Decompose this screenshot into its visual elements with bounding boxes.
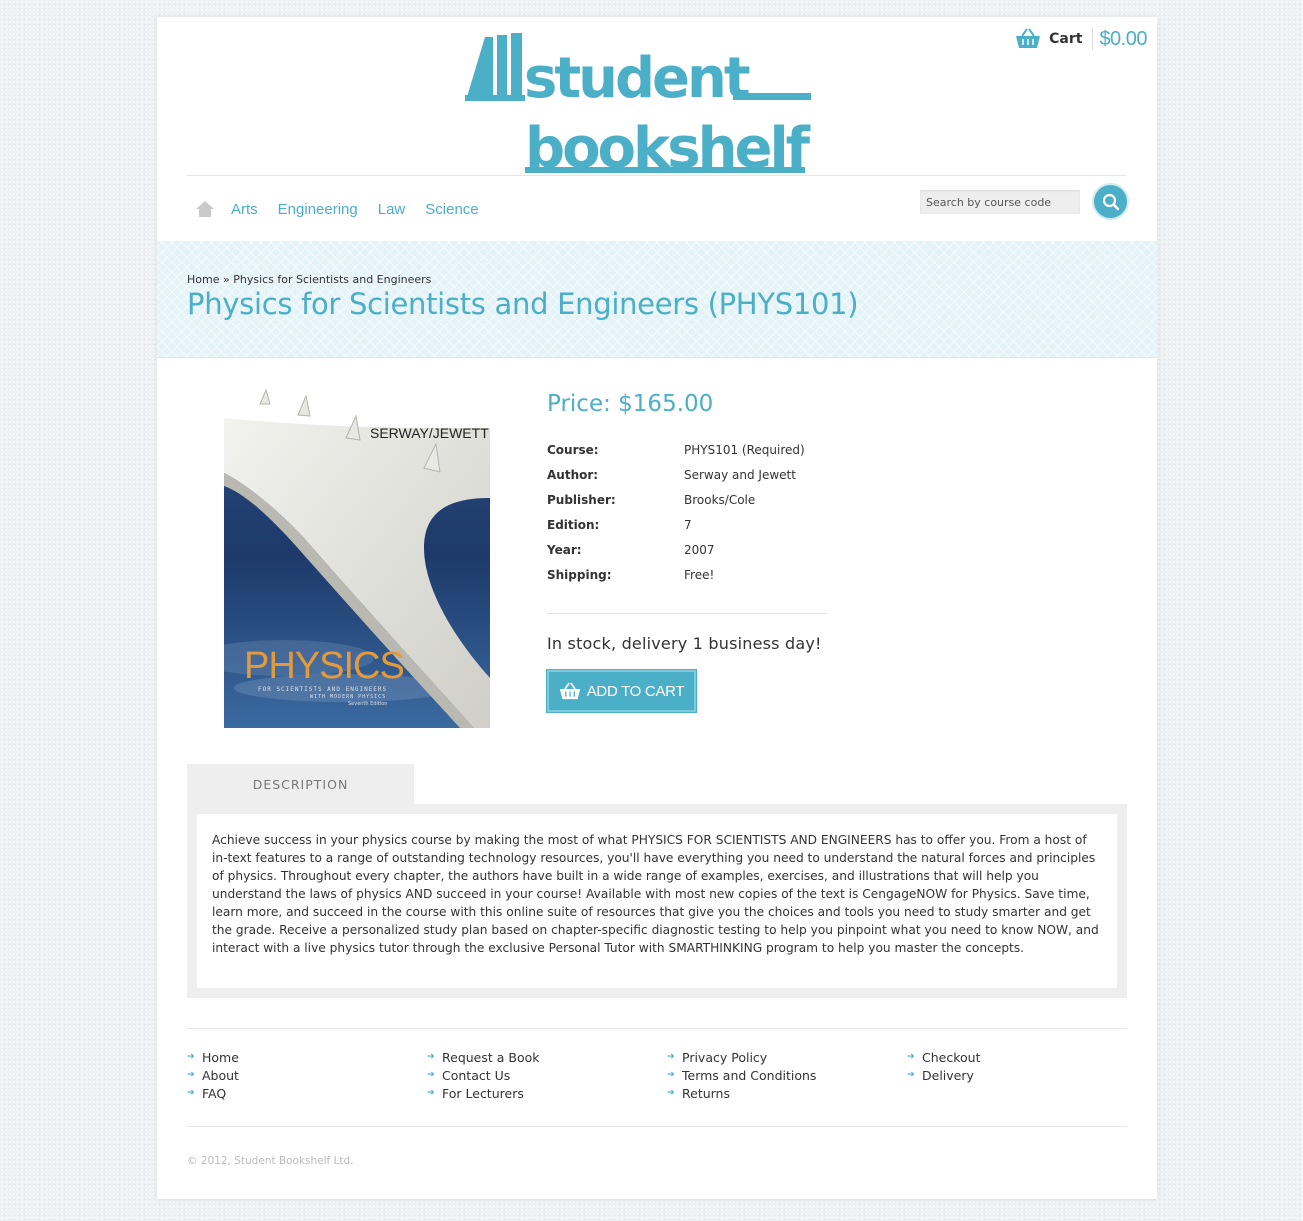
logo-word-bookshelf: bookshelf (525, 116, 811, 179)
detail-row-shipping: Shipping: Free! (547, 568, 805, 593)
breadcrumb: Home » Physics for Scientists and Engine… (187, 273, 431, 286)
cover-subtitle-1: FOR SCIENTISTS AND ENGINEERS (258, 686, 387, 693)
footer-link-label: For Lecturers (442, 1085, 524, 1101)
cart-total: $0.00 (1099, 27, 1147, 50)
tab-description[interactable]: DESCRIPTION (187, 764, 414, 804)
add-to-cart-label: ADD TO CART (586, 682, 685, 700)
footer-link-label: About (202, 1067, 239, 1083)
footer-column-1: ➔ Home ➔ About ➔ FAQ (187, 1048, 239, 1102)
footer-column-2: ➔ Request a Book ➔ Contact Us ➔ For Lecture… (427, 1048, 540, 1102)
breadcrumb-separator: » (222, 273, 230, 286)
footer-column-3: ➔ Privacy Policy ➔ Terms and Conditions ➔ R… (667, 1048, 816, 1102)
footer-link-delivery[interactable]: ➔ Delivery (907, 1066, 980, 1084)
arrow-icon: ➔ (187, 1088, 195, 1098)
footer-link-label: Contact Us (442, 1067, 511, 1083)
cover-authors: SERWAY/JEWETT (370, 425, 489, 441)
arrow-icon: ➔ (427, 1070, 435, 1080)
main-nav: Arts Engineering Law Science (187, 189, 499, 229)
detail-value: 7 (684, 518, 692, 532)
nav-link-arts[interactable]: Arts (231, 201, 258, 218)
description-panel: Achieve success in your physics course b… (187, 804, 1127, 998)
detail-row-author: Author: Serway and Jewett (547, 468, 805, 493)
footer-link-returns[interactable]: ➔ Returns (667, 1084, 816, 1102)
site-logo[interactable]: student bookshelf (465, 31, 815, 179)
arrow-icon: ➔ (427, 1088, 435, 1098)
arrow-icon: ➔ (667, 1088, 675, 1098)
detail-label: Shipping: (547, 568, 612, 582)
search-input[interactable] (920, 190, 1080, 214)
footer-link-label: FAQ (202, 1085, 227, 1101)
cover-edition: Seventh Edition (348, 701, 387, 707)
stock-status: In stock, delivery 1 business day! (547, 634, 822, 653)
footer-link-label: Request a Book (442, 1049, 540, 1065)
add-to-cart-button[interactable]: ADD TO CART (546, 669, 697, 713)
footer-link-label: Checkout (922, 1049, 981, 1065)
page-container: student bookshelf Cart $0.00 Arts Engine… (157, 17, 1157, 1199)
footer-link-home[interactable]: ➔ Home (187, 1048, 239, 1066)
cover-subtitle-2: WITH MODERN PHYSICS (310, 694, 386, 700)
logo-word-student: student (524, 46, 750, 111)
footer-link-privacy[interactable]: ➔ Privacy Policy (667, 1048, 816, 1066)
detail-value: Serway and Jewett (684, 468, 796, 482)
header-divider (187, 175, 1127, 176)
footer-link-label: Terms and Conditions (682, 1067, 817, 1083)
footer-link-label: Home (202, 1049, 239, 1065)
footer-link-label: Returns (682, 1085, 730, 1101)
product-details: Course: PHYS101 (Required) Author: Serwa… (547, 443, 805, 593)
footer-link-label: Privacy Policy (682, 1049, 768, 1065)
footer-column-4: ➔ Checkout ➔ Delivery (907, 1048, 980, 1084)
arrow-icon: ➔ (907, 1052, 915, 1062)
detail-row-course: Course: PHYS101 (Required) (547, 443, 805, 468)
basket-icon (559, 682, 580, 699)
details-divider (547, 613, 827, 614)
detail-value: Free! (684, 568, 715, 582)
footer-link-about[interactable]: ➔ About (187, 1066, 239, 1084)
nav-link-law[interactable]: Law (378, 201, 406, 218)
footer-link-checkout[interactable]: ➔ Checkout (907, 1048, 980, 1066)
cover-title: PHYSICS (244, 645, 404, 687)
detail-value: Brooks/Cole (684, 493, 756, 507)
footer-link-faq[interactable]: ➔ FAQ (187, 1084, 239, 1102)
cart-label: Cart (1049, 31, 1083, 47)
description-text: Achieve success in your physics course b… (197, 814, 1117, 988)
footer-link-lecturers[interactable]: ➔ For Lecturers (427, 1084, 540, 1102)
cart-divider (1092, 28, 1094, 50)
arrow-icon: ➔ (667, 1070, 675, 1080)
detail-value: 2007 (684, 543, 715, 557)
detail-row-publisher: Publisher: Brooks/Cole (547, 493, 805, 518)
cart-summary[interactable]: Cart $0.00 (1015, 25, 1147, 53)
detail-label: Edition: (547, 518, 600, 532)
nav-link-science[interactable]: Science (425, 201, 478, 218)
footer-link-label: Delivery (922, 1067, 974, 1083)
arrow-icon: ➔ (427, 1052, 435, 1062)
product-price: Price: $165.00 (547, 391, 714, 417)
detail-label: Year: (547, 543, 582, 557)
search-icon (1102, 193, 1119, 210)
detail-label: Author: (547, 468, 599, 482)
footer-link-terms[interactable]: ➔ Terms and Conditions (667, 1066, 816, 1084)
detail-label: Publisher: (547, 493, 616, 507)
breadcrumb-home[interactable]: Home (187, 273, 219, 286)
book-cover-image[interactable]: SERWAY/JEWETT PHYSICS FOR SCIENTISTS AND… (224, 388, 490, 728)
footer-link-contact[interactable]: ➔ Contact Us (427, 1066, 540, 1084)
arrow-icon: ➔ (907, 1070, 915, 1080)
arrow-icon: ➔ (667, 1052, 675, 1062)
arrow-icon: ➔ (187, 1070, 195, 1080)
search-button[interactable] (1094, 185, 1127, 218)
basket-icon (1016, 28, 1041, 48)
footer-divider-top (187, 1028, 1127, 1029)
detail-value: PHYS101 (Required) (684, 443, 805, 457)
footer-link-request-book[interactable]: ➔ Request a Book (427, 1048, 540, 1066)
detail-label: Course: (547, 443, 599, 457)
breadcrumb-current: Physics for Scientists and Engineers (233, 273, 432, 286)
detail-row-year: Year: 2007 (547, 543, 805, 568)
home-icon[interactable] (195, 200, 215, 218)
nav-link-engineering[interactable]: Engineering (278, 201, 358, 218)
detail-row-edition: Edition: 7 (547, 518, 805, 543)
copyright: © 2012, Student Bookshelf Ltd. (187, 1155, 354, 1167)
footer-divider-bottom (187, 1126, 1127, 1127)
page-header-banner: Home » Physics for Scientists and Engine… (157, 241, 1157, 358)
arrow-icon: ➔ (187, 1052, 195, 1062)
page-title: Physics for Scientists and Engineers (PH… (187, 287, 859, 321)
